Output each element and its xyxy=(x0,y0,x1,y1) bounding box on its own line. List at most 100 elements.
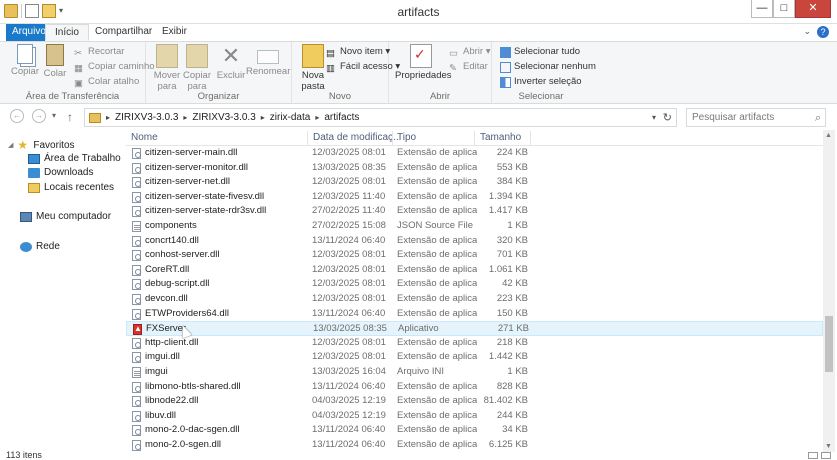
breadcrumb-item[interactable]: zirix-data xyxy=(270,112,311,123)
group-select: Selecionar tudo Selecionar nenhum Invert… xyxy=(492,42,596,104)
invert-selection-button[interactable]: Inverter seleção xyxy=(500,75,582,89)
maximize-button[interactable]: □ xyxy=(773,0,795,18)
details-view-icon[interactable] xyxy=(808,452,818,459)
nav-downloads[interactable]: Downloads xyxy=(28,167,93,178)
file-date: 12/03/2025 08:01 xyxy=(312,249,386,261)
properties-button[interactable]: Propriedades xyxy=(395,44,452,81)
help-icon[interactable]: ? xyxy=(817,26,829,38)
file-date: 04/03/2025 12:19 xyxy=(312,409,386,421)
group-clipboard: Copiar Colar ✂ Recortar ▦ Copiar caminho ▣… xyxy=(0,42,155,104)
file-row[interactable]: mono-2.0-dac-sgen.dll 13/11/2024 06:40 Ext… xyxy=(126,423,823,438)
back-button[interactable]: ← xyxy=(10,109,24,123)
file-row[interactable]: libnode22.dll 04/03/2025 12:19 Extensão de… xyxy=(126,394,823,409)
search-input[interactable]: Pesquisar artifacts ⌕ xyxy=(686,108,826,127)
file-row[interactable]: imgui.dll 12/03/2025 08:01 Extensão de apl… xyxy=(126,350,823,365)
file-row[interactable]: citizen-server-monitor.dll 13/03/2025 08:… xyxy=(126,161,823,176)
chevron-down-icon[interactable]: ◢ xyxy=(8,141,13,149)
scroll-up-icon[interactable]: ▲ xyxy=(825,132,832,139)
file-row[interactable]: imgui 13/03/2025 16:04 Arquivo INI 1 KB xyxy=(126,365,823,380)
select-all-button[interactable]: Selecionar tudo xyxy=(500,45,580,59)
tab-share[interactable]: Compartilhar xyxy=(86,24,161,41)
paste-shortcut-button[interactable]: ▣ Colar atalho xyxy=(74,75,139,89)
open-button[interactable]: ▭ Abrir ▾ xyxy=(449,45,490,59)
scroll-down-icon[interactable]: ▼ xyxy=(825,443,832,450)
file-size: 224 KB xyxy=(496,147,528,158)
file-row[interactable]: concrt140.dll 13/11/2024 06:40 Extensão de… xyxy=(126,234,823,249)
paste-button[interactable]: Colar xyxy=(36,44,74,79)
copy-to-button[interactable]: Copiar para xyxy=(178,44,216,92)
file-row[interactable]: CoreRT.dll 12/03/2025 08:01 Extensão de ap… xyxy=(126,263,823,278)
column-divider[interactable] xyxy=(474,131,475,145)
dll-file-icon xyxy=(132,191,141,203)
file-type: Extensão de aplica... xyxy=(397,292,477,304)
column-divider[interactable] xyxy=(392,131,393,145)
rename-button[interactable]: Renomear xyxy=(246,44,290,77)
column-type[interactable]: Tipo xyxy=(397,132,416,143)
up-button[interactable]: ↑ xyxy=(67,110,73,124)
file-size: 1 KB xyxy=(507,219,528,231)
chevron-right-icon: ▸ xyxy=(106,113,111,122)
file-date: 13/11/2024 06:40 xyxy=(312,307,386,319)
copy-path-button[interactable]: ▦ Copiar caminho xyxy=(74,60,155,74)
file-date: 13/03/2025 08:35 xyxy=(313,323,387,335)
close-button[interactable]: ✕ xyxy=(795,0,831,18)
select-all-icon xyxy=(500,46,511,58)
breadcrumb-item[interactable]: ZIRIXV3-3.0.3 xyxy=(115,112,178,123)
file-size: 1.394 KB xyxy=(488,190,528,202)
column-divider[interactable] xyxy=(530,131,531,145)
breadcrumb-item[interactable]: artifacts xyxy=(324,112,359,123)
refresh-icon[interactable]: ↻ xyxy=(663,111,672,124)
large-icons-view-icon[interactable] xyxy=(821,452,831,459)
file-row[interactable]: conhost-server.dll 12/03/2025 08:01 Extens… xyxy=(126,248,823,263)
nav-recent[interactable]: Locais recentes xyxy=(28,182,114,193)
file-row[interactable]: components 27/02/2025 15:08 JSON Source Fi… xyxy=(126,219,823,234)
file-row[interactable]: ETWProviders64.dll 13/11/2024 06:40 Extens… xyxy=(126,307,823,322)
file-row[interactable]: libmono-btls-shared.dll 13/11/2024 06:40 E… xyxy=(126,380,823,395)
chevron-down-icon[interactable]: ▾ xyxy=(652,113,656,122)
tab-home[interactable]: Início xyxy=(45,24,89,41)
cut-button[interactable]: ✂ Recortar xyxy=(74,45,124,59)
new-item-icon: ▤ xyxy=(326,47,335,59)
invert-selection-icon xyxy=(500,76,511,88)
new-item-button[interactable]: ▤ Novo item ▾ xyxy=(326,45,390,59)
forward-button[interactable]: → xyxy=(32,109,46,123)
recent-dropdown-icon[interactable]: ▾ xyxy=(52,111,56,120)
column-date[interactable]: Data de modificaç... xyxy=(313,132,401,143)
file-row[interactable]: debug-script.dll 12/03/2025 08:01 Extensão… xyxy=(126,277,823,292)
file-row[interactable]: libuv.dll 04/03/2025 12:19 Extensão de apl… xyxy=(126,409,823,424)
file-row[interactable]: FXServer 13/03/2025 08:35 Aplicativo 271 KB xyxy=(126,321,823,336)
vertical-scrollbar[interactable]: ▲ ▼ xyxy=(823,130,835,452)
file-row[interactable]: mono-2.0-sgen.dll 13/11/2024 06:40 Extensã… xyxy=(126,438,823,452)
column-divider[interactable] xyxy=(307,131,308,145)
tab-view[interactable]: Exibir xyxy=(153,24,196,41)
file-date: 12/03/2025 08:01 xyxy=(312,147,386,158)
file-row[interactable]: http-client.dll 12/03/2025 08:01 Extensão … xyxy=(126,336,823,351)
file-size: 34 KB xyxy=(502,424,528,436)
breadcrumb-item[interactable]: ZIRIXV3-3.0.3 xyxy=(192,112,255,123)
title-bar: ▾ artifacts — □ ✕ xyxy=(0,0,837,24)
file-row[interactable]: citizen-server-state-rdr3sv.dll 27/02/202… xyxy=(126,204,823,219)
nav-network[interactable]: Rede xyxy=(20,241,60,252)
copy-to-icon xyxy=(186,44,208,68)
group-label: Selecionar xyxy=(518,91,564,102)
nav-desktop[interactable]: Área de Trabalho xyxy=(28,153,121,164)
file-row[interactable]: devcon.dll 12/03/2025 08:01 Extensão de ap… xyxy=(126,292,823,307)
file-row[interactable]: citizen-server-state-fivesv.dll 12/03/202… xyxy=(126,190,823,205)
edit-button[interactable]: ✎ Editar xyxy=(449,60,488,74)
ribbon-collapse-icon[interactable]: ⌄ xyxy=(803,26,811,37)
nav-favorites[interactable]: ◢ ★ Favoritos xyxy=(8,139,75,151)
delete-button[interactable]: ✕ Excluir xyxy=(212,44,250,82)
file-row[interactable]: citizen-server-net.dll 12/03/2025 08:01 Ex… xyxy=(126,175,823,190)
minimize-button[interactable]: — xyxy=(751,0,773,18)
dll-file-icon xyxy=(132,279,141,291)
file-name: libmono-btls-shared.dll xyxy=(145,380,241,392)
select-none-button[interactable]: Selecionar nenhum xyxy=(500,60,596,74)
scroll-thumb[interactable] xyxy=(825,316,833,372)
address-bar[interactable]: ▸ ZIRIXV3-3.0.3 ▸ ZIRIXV3-3.0.3 ▸ zirix-… xyxy=(84,108,677,127)
nav-computer[interactable]: Meu computador xyxy=(20,211,111,222)
dll-file-icon xyxy=(132,425,141,437)
column-name[interactable]: Nome xyxy=(131,132,158,143)
file-row[interactable]: citizen-server-main.dll 12/03/2025 08:01 E… xyxy=(126,146,823,161)
file-type: Extensão de aplica... xyxy=(397,190,477,202)
column-size[interactable]: Tamanho xyxy=(480,132,521,143)
